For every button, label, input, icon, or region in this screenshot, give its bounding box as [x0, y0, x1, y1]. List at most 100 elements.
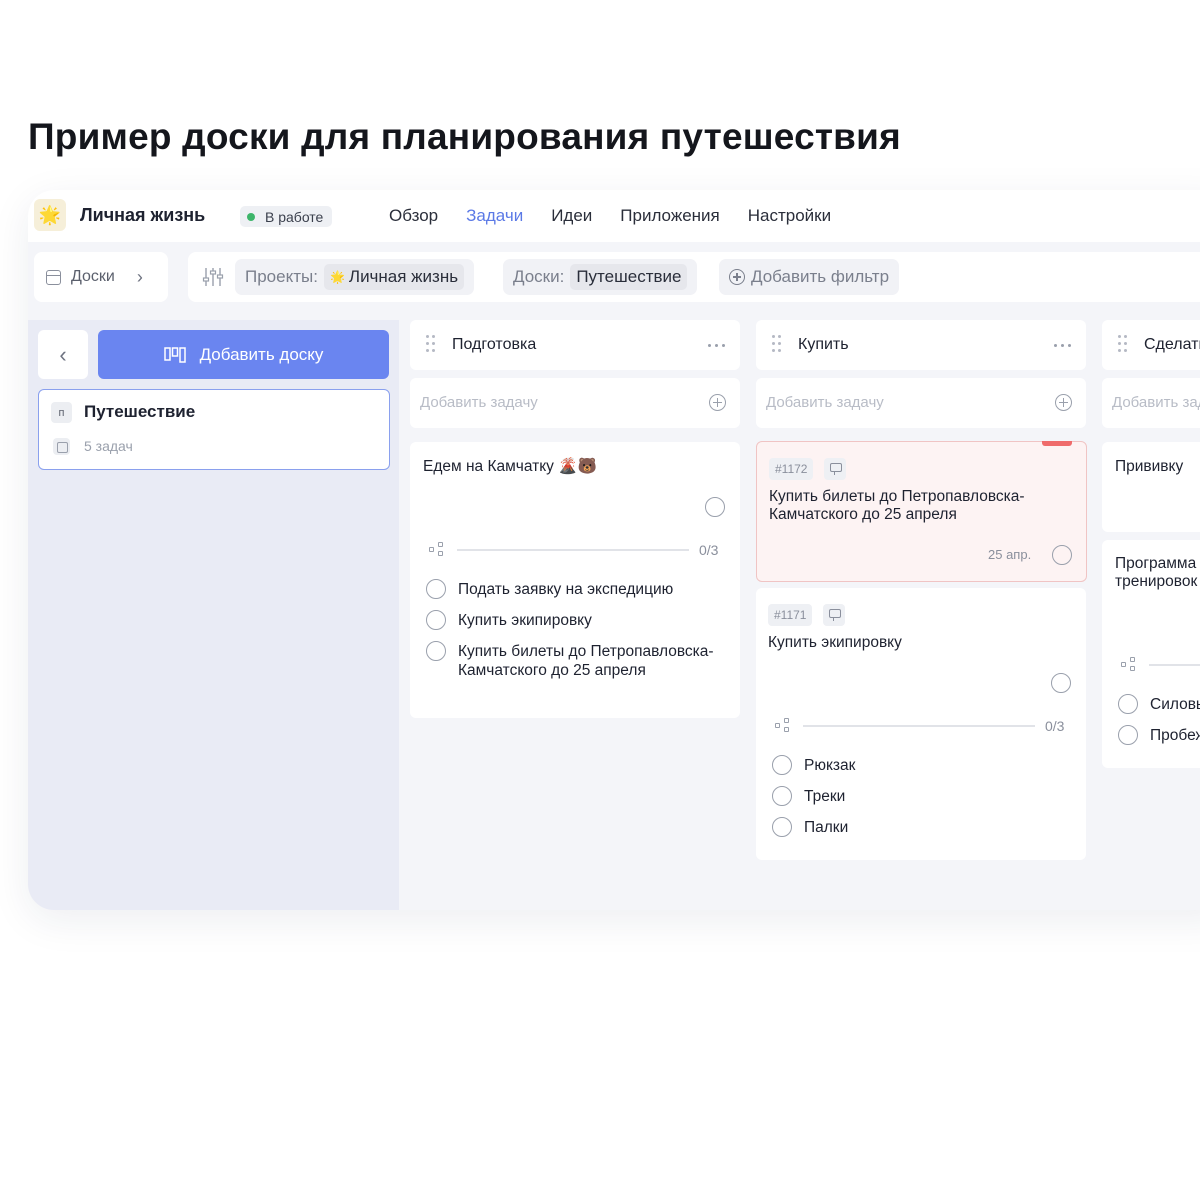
- filter-chip-projects[interactable]: Проекты: 🌟 Личная жизнь: [235, 259, 475, 295]
- add-task-placeholder: Добавить задачу: [420, 394, 538, 411]
- task-title: Программа тренировок: [1115, 555, 1198, 590]
- chevron-right-icon: ›: [136, 266, 143, 287]
- progress-bar: [1149, 664, 1200, 666]
- checklist-item-label: Пробежки: [1150, 727, 1200, 744]
- progress-bar: [803, 725, 1035, 727]
- plus-circle-icon[interactable]: [709, 394, 726, 411]
- boards-toggle-button[interactable]: Доски ›: [34, 252, 168, 302]
- top-bar: 🌟 Личная жизнь В работе Обзор Задачи Иде…: [28, 190, 1200, 242]
- checklist-item[interactable]: Силовые: [1118, 694, 1200, 714]
- status-label: В работе: [265, 208, 324, 225]
- checklist-item-label: Палки: [804, 819, 849, 836]
- checklist-item[interactable]: Купить экипировку: [426, 610, 726, 630]
- checklist-item[interactable]: Купить билеты до Петропавловска-Камчатск…: [426, 641, 726, 701]
- column-header[interactable]: Купить: [756, 320, 1086, 370]
- task-id-badge: #1171: [768, 604, 813, 626]
- task-card[interactable]: Прививку: [1102, 442, 1200, 532]
- tab-apps[interactable]: Приложения: [620, 206, 719, 226]
- board-icon: [46, 269, 61, 285]
- add-task-placeholder: Добавить задачу: [766, 394, 884, 411]
- tab-tasks[interactable]: Задачи: [466, 206, 523, 226]
- filters-panel: Проекты: 🌟 Личная жизнь Доски: Путешестви…: [188, 252, 1200, 302]
- checklist-item[interactable]: Палки: [772, 817, 1022, 837]
- filter-value: 🌟 Личная жизнь: [323, 264, 465, 290]
- complete-checkbox[interactable]: [705, 497, 725, 517]
- comment-icon: [824, 458, 846, 480]
- add-task-input[interactable]: Добавить задачу: [756, 378, 1086, 428]
- checkbox[interactable]: [426, 579, 446, 599]
- add-task-input[interactable]: Добавить задачу: [1102, 378, 1200, 428]
- subtasks-icon: [429, 542, 445, 558]
- plus-circle-icon: [729, 269, 745, 285]
- add-filter-label: Добавить фильтр: [751, 267, 890, 286]
- checklist-item-label: Рюкзак: [804, 757, 856, 774]
- task-card[interactable]: Программа тренировок Силовые Пробежки: [1102, 540, 1200, 768]
- column-title: Купить: [798, 336, 849, 353]
- filter-bar: Доски › Проекты: 🌟 Личная жизнь Доски: Пу…: [28, 252, 1200, 302]
- task-card-urgent[interactable]: #1172 Купить билеты до Петропавловска-Ка…: [756, 441, 1087, 582]
- comment-icon: [823, 604, 845, 626]
- tab-settings[interactable]: Настройки: [748, 206, 831, 226]
- add-board-button[interactable]: Добавить доску: [98, 330, 389, 379]
- drag-handle-icon[interactable]: [772, 335, 782, 355]
- progress-count: 0/3: [1045, 718, 1065, 734]
- checklist-item-label: Силовые: [1150, 696, 1200, 713]
- task-card[interactable]: #1171 Купить экипировку 0/3 Рюкзак Треки…: [756, 588, 1086, 860]
- app-window: 🌟 Личная жизнь В работе Обзор Задачи Иде…: [28, 190, 1200, 910]
- plus-circle-icon[interactable]: [1055, 394, 1072, 411]
- task-count-icon: [53, 438, 70, 455]
- checkbox[interactable]: [426, 641, 446, 661]
- main-nav: Обзор Задачи Идеи Приложения Настройки: [389, 206, 859, 226]
- checklist-item[interactable]: Треки: [772, 786, 1022, 806]
- checkbox[interactable]: [772, 755, 792, 775]
- checkbox[interactable]: [1118, 725, 1138, 745]
- tab-ideas[interactable]: Идеи: [551, 206, 592, 226]
- star-icon: 🌟: [329, 270, 345, 284]
- progress-bar: [457, 549, 689, 551]
- checkbox[interactable]: [1118, 694, 1138, 714]
- board-task-count: 5 задач: [84, 438, 133, 454]
- filter-key: Доски:: [513, 267, 565, 286]
- filter-chip-boards[interactable]: Доски: Путешествие: [503, 259, 698, 295]
- task-title: Прививку: [1115, 458, 1184, 475]
- checklist-item[interactable]: Рюкзак: [772, 755, 1022, 775]
- complete-checkbox[interactable]: [1052, 545, 1072, 565]
- status-dot-icon: [247, 212, 255, 221]
- task-card[interactable]: Едем на Камчатку 🌋🐻 0/3 Подать заявку на…: [410, 442, 740, 718]
- add-task-placeholder: Добавить задачу: [1112, 394, 1200, 411]
- filter-value-text: Личная жизнь: [348, 267, 459, 286]
- board-add-icon: [163, 346, 186, 363]
- star-icon[interactable]: 🌟: [34, 199, 66, 231]
- urgent-flag: [1042, 441, 1072, 446]
- subtasks-icon: [775, 718, 791, 734]
- more-icon[interactable]: [708, 344, 728, 348]
- task-title: Купить экипировку: [768, 634, 902, 651]
- complete-checkbox[interactable]: [1051, 673, 1071, 693]
- checklist-item[interactable]: Пробежки: [1118, 725, 1200, 745]
- add-filter-button[interactable]: Добавить фильтр: [719, 259, 900, 295]
- checklist-item[interactable]: Подать заявку на экспедицию: [426, 579, 726, 599]
- status-badge[interactable]: В работе: [240, 206, 333, 227]
- board-item-travel[interactable]: п Путешествие 5 задач: [38, 389, 390, 470]
- column-header[interactable]: Сделать: [1102, 320, 1200, 370]
- drag-handle-icon[interactable]: [1118, 335, 1128, 355]
- column-title: Подготовка: [452, 336, 537, 353]
- more-icon[interactable]: [1054, 344, 1074, 348]
- filter-key: Проекты:: [245, 267, 318, 286]
- add-task-input[interactable]: Добавить задачу: [410, 378, 740, 428]
- board-name: Путешествие: [84, 402, 196, 421]
- progress-count: 0/3: [699, 542, 719, 558]
- project-title[interactable]: Личная жизнь: [80, 205, 205, 226]
- filter-sliders-icon[interactable]: [202, 266, 224, 288]
- tab-overview[interactable]: Обзор: [389, 206, 438, 226]
- page-title: Пример доски для планирования путешестви…: [28, 116, 901, 157]
- checkbox[interactable]: [772, 817, 792, 837]
- column-header[interactable]: Подготовка: [410, 320, 740, 370]
- subtasks-icon: [1121, 657, 1137, 673]
- checkbox[interactable]: [772, 786, 792, 806]
- chevron-left-icon[interactable]: ‹: [38, 330, 88, 379]
- drag-handle-icon[interactable]: [426, 335, 436, 355]
- task-title: Купить билеты до Петропавловска-Камчатск…: [769, 488, 1025, 523]
- checkbox[interactable]: [426, 610, 446, 630]
- add-board-label: Добавить доску: [199, 344, 324, 364]
